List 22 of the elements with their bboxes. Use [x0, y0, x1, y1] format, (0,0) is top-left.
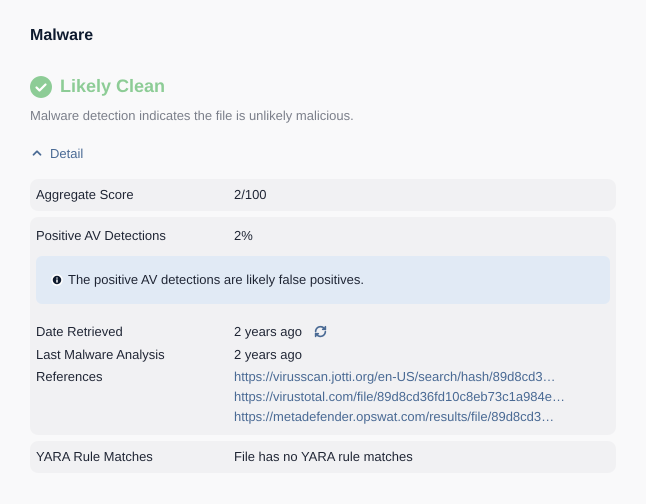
row-value: File has no YARA rule matches: [234, 448, 413, 466]
section-title: Malware: [30, 26, 94, 46]
notice-text: The positive AV detections are likely false positives.: [68, 271, 364, 290]
check-circle-icon: [30, 76, 52, 98]
verdict-label: Likely Clean: [60, 75, 166, 98]
field-label: Last Malware Analysis: [36, 346, 166, 364]
refresh-icon[interactable]: [314, 325, 327, 338]
row-value: 2%: [234, 227, 253, 246]
reference-link[interactable]: https://metadefender.opswat.com/results/file/89d8cd3…: [234, 407, 565, 427]
row-label: Aggregate Score: [36, 186, 135, 204]
field-label: Date Retrieved: [36, 323, 124, 341]
field-value: 2 years ago: [234, 323, 302, 341]
row-label: Positive AV Detections: [36, 227, 167, 246]
detail-toggle[interactable]: Detail: [30, 144, 84, 163]
reference-link[interactable]: https://virusscan.jotti.org/en-US/search/hash/89d8cd3…: [234, 367, 565, 387]
field-value: 2 years ago: [234, 346, 302, 364]
row-label: YARA Rule Matches: [36, 448, 154, 466]
verdict-description: Malware detection indicates the file is unlikely malicious.: [30, 107, 355, 125]
info-icon: [51, 274, 63, 286]
row-value: 2/100: [234, 186, 267, 204]
field-label: References: [36, 368, 104, 386]
reference-link[interactable]: https://virustotal.com/file/89d8cd36fd10c8eb73c1a984e…: [234, 387, 565, 407]
